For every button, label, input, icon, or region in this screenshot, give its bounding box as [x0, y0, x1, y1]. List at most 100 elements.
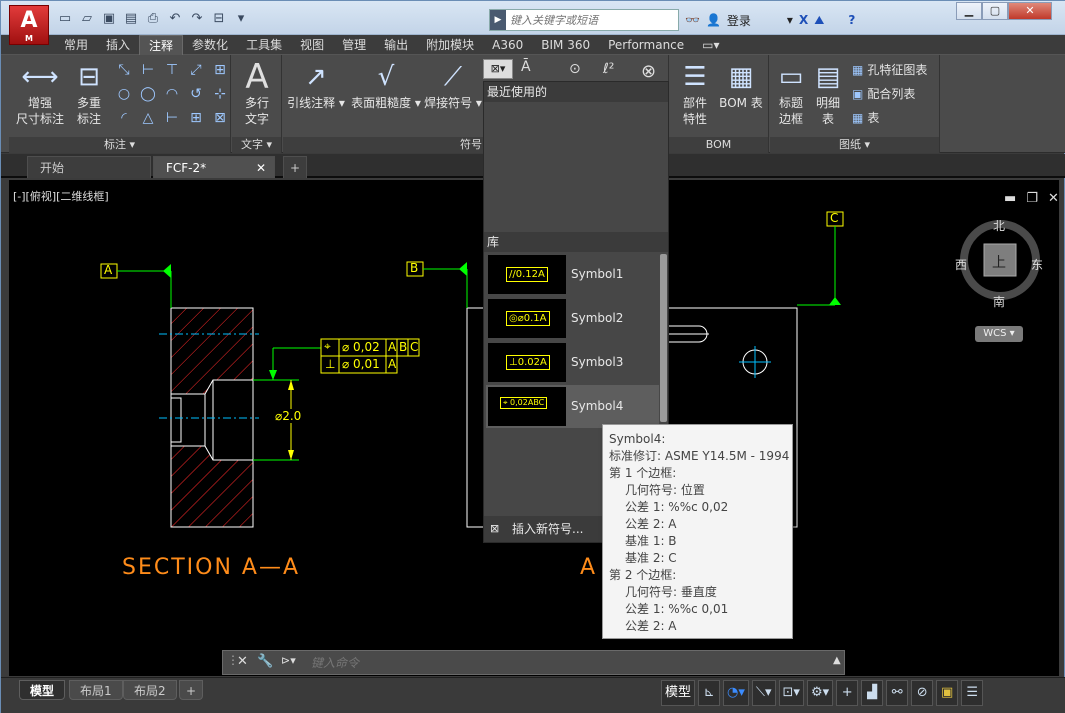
library-scrollbar[interactable]	[660, 254, 667, 422]
tab-output[interactable]: 输出	[375, 35, 417, 55]
minimize-icon[interactable]: ▁	[956, 2, 982, 20]
power-dimension-button[interactable]: ⟷ 增强 尺寸标注	[11, 59, 69, 127]
search-expand-icon[interactable]: ▶	[490, 10, 506, 30]
annotation-settings-icon[interactable]: ⚙▾	[806, 680, 834, 706]
bom-panel-title[interactable]: BOM	[669, 137, 768, 153]
grid-icon[interactable]: ⊾	[698, 680, 721, 706]
tab-annotate[interactable]: 注释	[139, 35, 184, 55]
user-icon[interactable]: 👤	[706, 13, 721, 27]
drawing-sheet-panel-title[interactable]: 图纸 ▾	[770, 137, 939, 153]
viewport-close-icon[interactable]: ✕	[1048, 191, 1059, 206]
part-properties-button[interactable]: ☰ 部件 特性	[675, 59, 715, 127]
ordinate-dim-icon[interactable]: ⊞	[209, 59, 231, 81]
layout-tab-model[interactable]: 模型	[19, 680, 66, 700]
binoculars-icon[interactable]: 👓	[685, 13, 700, 27]
tab-performance[interactable]: Performance	[599, 35, 693, 55]
library-item-symbol2[interactable]: ◎⌀0.1A Symbol2	[486, 297, 659, 340]
application-menu-button[interactable]: A M	[9, 5, 49, 45]
tab-bim360[interactable]: BIM 360	[532, 35, 599, 55]
arc-length-icon[interactable]: ◜	[113, 107, 135, 129]
linear-dim-icon[interactable]: ⤡	[113, 59, 135, 81]
command-input[interactable]	[311, 654, 821, 671]
welding-symbol-button[interactable]: ⟋ 焊接符号 ▾	[423, 59, 483, 111]
diameter-dim-icon[interactable]: ◯	[137, 83, 159, 105]
datum-identifier-icon[interactable]: Ā	[521, 59, 531, 75]
viewport-minimize-icon[interactable]: ▬	[1004, 191, 1016, 206]
search-input[interactable]	[506, 13, 676, 27]
viewport-restore-icon[interactable]: ❐	[1026, 191, 1038, 206]
fcf-split-button[interactable]: ⊠▾	[483, 59, 513, 79]
annotation-monitor-icon[interactable]: ⚯	[886, 680, 909, 706]
ortho-icon[interactable]: ⟍▾	[751, 680, 776, 706]
model-space-toggle[interactable]: 模型	[661, 680, 696, 706]
maximize-icon[interactable]: ▢	[982, 2, 1008, 20]
fits-list-button[interactable]: ▣ 配合列表	[852, 83, 915, 105]
title-border-button[interactable]: ▭ 标题 边框	[774, 59, 808, 127]
viewcube-top-face[interactable]: 上	[992, 252, 1006, 272]
multiple-dimension-button[interactable]: ⊟ 多重 标注	[69, 59, 109, 127]
wcs-dropdown[interactable]: WCS ▾	[975, 326, 1023, 342]
help-icon[interactable]: ?	[848, 13, 855, 27]
viewcube-south[interactable]: 南	[993, 293, 1005, 310]
plus-icon[interactable]: +	[836, 680, 859, 706]
hole-note-icon[interactable]: ⊗	[641, 61, 656, 82]
tab-close-icon[interactable]: ✕	[256, 157, 266, 179]
leader-note-button[interactable]: ↗ 引线注释 ▾	[285, 59, 347, 111]
tab-home[interactable]: 常用	[55, 35, 97, 55]
horizontal-dim-icon[interactable]: ⊢	[137, 59, 159, 81]
tab-view[interactable]: 视图	[291, 35, 333, 55]
isodraft-icon[interactable]: ⊡▾	[778, 680, 804, 706]
surface-texture-button[interactable]: √ 表面粗糙度 ▾	[349, 59, 423, 111]
text-panel-title[interactable]: 文字 ▾	[232, 137, 281, 153]
login-link[interactable]: 登录	[727, 12, 751, 29]
exchange-icon[interactable]: X	[799, 13, 808, 27]
chevron-down-icon[interactable]: ▾	[787, 13, 793, 27]
library-item-symbol3[interactable]: ⊥0.02A Symbol3	[486, 341, 659, 384]
cmd-settings-wrench-icon[interactable]: 🔧	[257, 654, 273, 669]
parts-list-button[interactable]: ▤ 明细 表	[810, 59, 846, 127]
viewcube-north[interactable]: 北	[993, 217, 1005, 234]
viewcube-west[interactable]: 西	[955, 256, 967, 273]
baseline-icon[interactable]: ⊢	[161, 107, 183, 129]
aligned-dim-icon[interactable]: ⤢	[185, 59, 207, 81]
close-icon[interactable]: ✕	[1008, 2, 1052, 20]
add-layout-icon[interactable]: +	[179, 680, 204, 700]
cmd-history-icon[interactable]: ▲	[833, 655, 841, 666]
new-tab-icon[interactable]: +	[283, 156, 307, 178]
clean-screen-icon[interactable]: ▣	[936, 680, 959, 706]
multiline-text-button[interactable]: A 多行 文字	[236, 59, 278, 127]
isolate-objects-icon[interactable]: ⊘	[911, 680, 934, 706]
layout-tab-1[interactable]: 布局1	[69, 680, 123, 700]
a360-icon[interactable]: ⛰	[814, 13, 824, 28]
radius-dim-icon[interactable]: ○	[113, 83, 135, 105]
tab-manage[interactable]: 管理	[333, 35, 375, 55]
datum-target-icon[interactable]: ℓ²	[603, 61, 614, 77]
cmd-close-icon[interactable]: ✕	[237, 654, 248, 669]
tab-insert[interactable]: 插入	[97, 35, 139, 55]
angular-icon[interactable]: △	[137, 107, 159, 129]
continue-icon[interactable]: ⊞	[185, 107, 207, 129]
search-box[interactable]: ▶	[489, 9, 679, 31]
workspace-switch-icon[interactable]: ▟	[861, 680, 884, 706]
tolerance-icon[interactable]: ⊠	[209, 107, 231, 129]
tab-a360[interactable]: A360	[483, 35, 532, 55]
library-item-symbol4[interactable]: ⌖ 0,02ABC Symbol4	[486, 385, 659, 428]
customize-menu-icon[interactable]: ☰	[961, 680, 984, 706]
dimension-panel-title[interactable]: 标注 ▾	[9, 137, 230, 153]
viewcube-east[interactable]: 东	[1031, 256, 1043, 273]
cmd-prompt-icon[interactable]: ⊳▾	[281, 654, 296, 667]
jog-dim-icon[interactable]: ⊹	[209, 83, 231, 105]
tab-toolsets[interactable]: 工具集	[237, 35, 291, 55]
tab-parametric[interactable]: 参数化	[183, 35, 237, 55]
library-item-symbol1[interactable]: //0.12A Symbol1	[486, 253, 659, 296]
layout-tab-2[interactable]: 布局2	[123, 680, 177, 700]
file-tab-start[interactable]: 开始	[27, 156, 151, 178]
angle-dim-icon[interactable]: ↺	[185, 83, 207, 105]
file-tab-current[interactable]: FCF-2* ✕	[153, 156, 275, 178]
hole-chart-button[interactable]: ▦ 孔特征图表	[852, 59, 927, 81]
vertical-dim-icon[interactable]: ⊤	[161, 59, 183, 81]
arc-dim-icon[interactable]: ◠	[161, 83, 183, 105]
tab-addins[interactable]: 附加模块	[417, 35, 483, 55]
table-button[interactable]: ▦ 表	[852, 107, 879, 129]
bom-table-button[interactable]: ▦ BOM 表	[717, 59, 765, 111]
